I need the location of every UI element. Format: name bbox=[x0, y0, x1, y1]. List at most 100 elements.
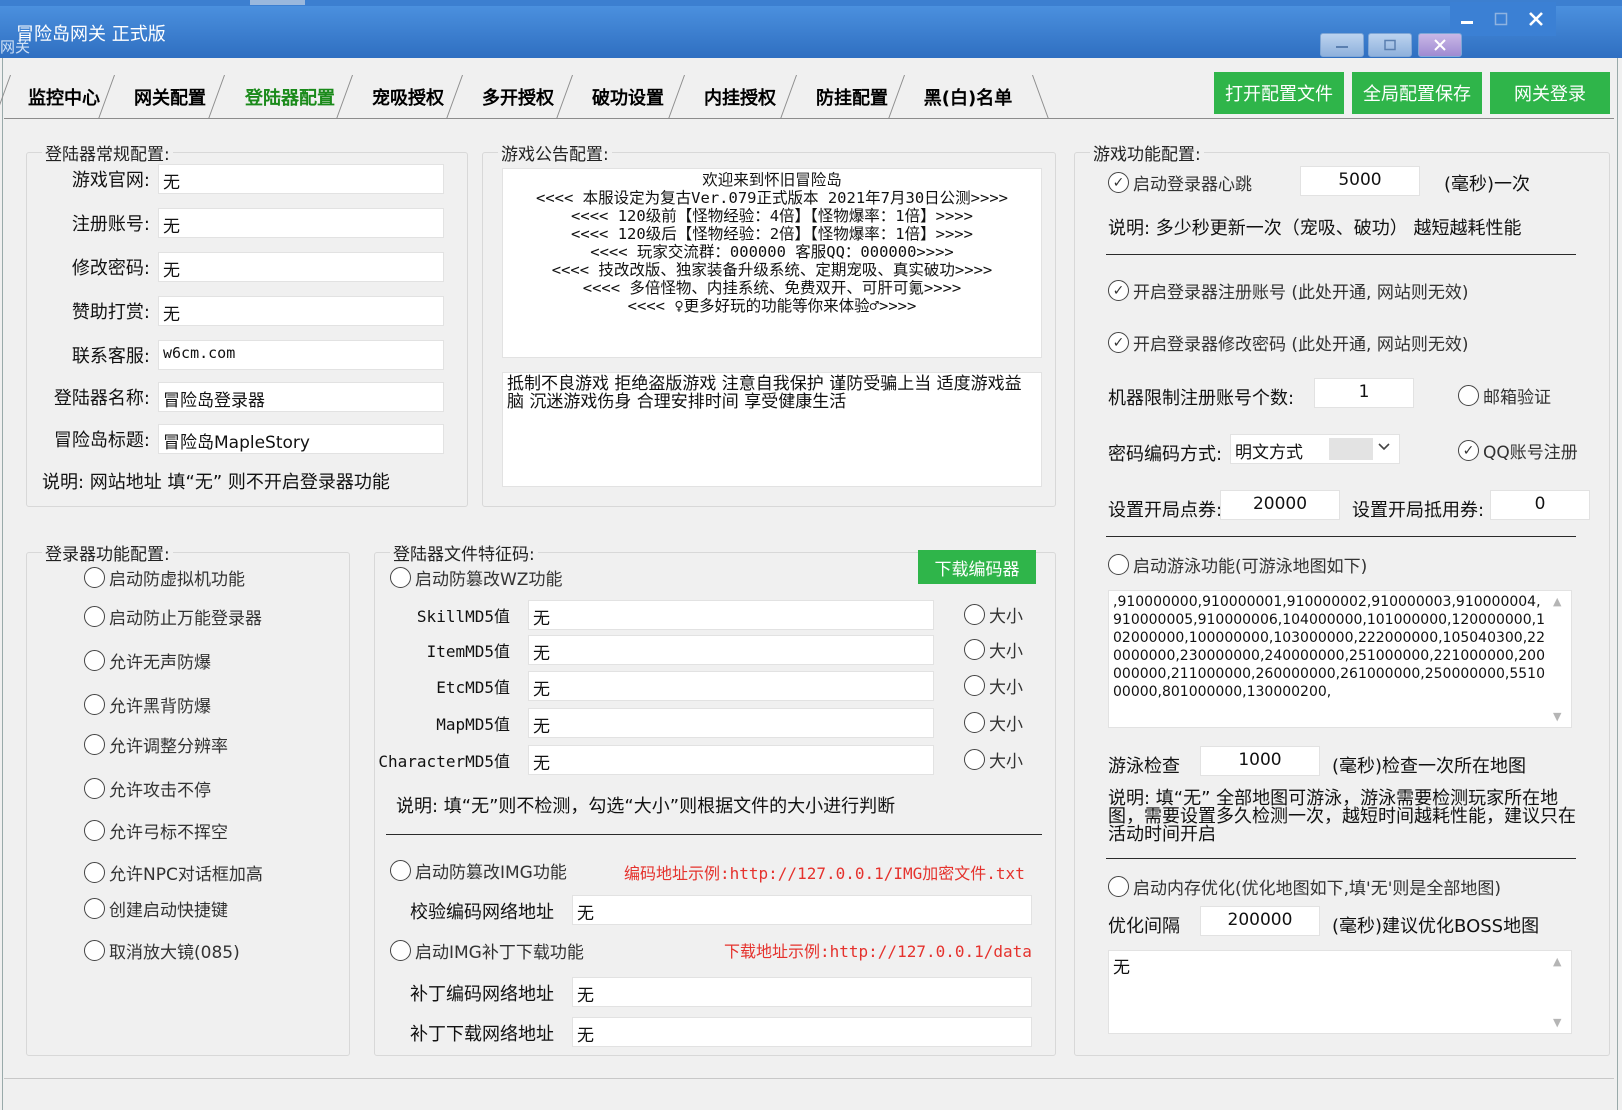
swim-maps-textarea[interactable]: ,910000000,910000001,910000002,910000003… bbox=[1108, 590, 1572, 728]
register-account-input[interactable]: 无 bbox=[158, 208, 444, 238]
radio-icon bbox=[84, 567, 105, 588]
notice-title: 游戏公告配置: bbox=[498, 140, 612, 165]
start-points-input[interactable]: 20000 bbox=[1220, 490, 1340, 520]
heartbeat-toggle[interactable]: ✓ 启动登录器心跳 bbox=[1108, 170, 1252, 195]
close-icon[interactable] bbox=[1516, 2, 1556, 36]
launcher-general-title: 登陆器常规配置: bbox=[42, 140, 173, 165]
official-site-label: 游戏官网: bbox=[71, 170, 150, 191]
radio-icon bbox=[84, 820, 105, 841]
img-protect-toggle[interactable]: 启动防篡改IMG功能 bbox=[390, 858, 567, 883]
save-global-config-button[interactable]: 全局配置保存 bbox=[1352, 72, 1482, 114]
official-site-input[interactable]: 无 bbox=[158, 164, 444, 194]
scroll-up-icon[interactable]: ▲ bbox=[1553, 595, 1567, 608]
tab-multi-open-auth[interactable]: 多开授权 bbox=[466, 75, 570, 119]
verify-url-input[interactable]: 无 bbox=[572, 895, 1032, 925]
swim-toggle[interactable]: 启动游泳功能(可游泳地图如下) bbox=[1108, 552, 1367, 577]
open-config-button[interactable]: 打开配置文件 bbox=[1214, 72, 1344, 114]
option-label: 启动防止万能登录器 bbox=[109, 609, 262, 629]
option-arrow-no-miss[interactable]: 允许弓标不挥空 bbox=[84, 818, 228, 843]
maple-title-input[interactable]: 冒险岛MapleStory bbox=[158, 424, 444, 454]
option-anti-vm[interactable]: 启动防虚拟机功能 bbox=[84, 565, 245, 590]
contact-support-input[interactable]: w6cm.com bbox=[158, 340, 444, 370]
radio-icon bbox=[390, 940, 411, 961]
option-black-back[interactable]: 允许黑背防爆 bbox=[84, 692, 211, 717]
option-npc-dialog-taller[interactable]: 允许NPC对话框加高 bbox=[84, 860, 263, 885]
opt-interval-input[interactable]: 200000 bbox=[1200, 906, 1320, 936]
tab-launcher-config[interactable]: 登陆器配置 bbox=[228, 75, 352, 119]
patch-encode-input[interactable]: 无 bbox=[572, 977, 1032, 1007]
option-nonstop-attack[interactable]: 允许攻击不停 bbox=[84, 776, 211, 801]
tab-anti-cheat[interactable]: 防挂配置 bbox=[800, 75, 904, 119]
change-password-input[interactable]: 无 bbox=[158, 252, 444, 282]
memory-opt-toggle[interactable]: 启动内存优化(优化地图如下,填'无'则是全部地图) bbox=[1108, 874, 1501, 899]
email-verify-toggle[interactable]: 邮箱验证 bbox=[1458, 383, 1551, 408]
enable-change-pwd-toggle[interactable]: ✓ 开启登录器修改密码 (此处开通, 网站则无效) bbox=[1108, 330, 1468, 355]
enable-change-pwd-label: 开启登录器修改密码 (此处开通, 网站则无效) bbox=[1133, 335, 1469, 355]
qq-register-toggle[interactable]: ✓ QQ账号注册 bbox=[1458, 438, 1578, 463]
health-warning-text: 抵制不良游戏 拒绝盗版游戏 注意自我保护 谨防受骗上当 适度游戏益脑 沉迷游戏伤… bbox=[507, 374, 1022, 412]
start-points-label: 设置开局点券: bbox=[1108, 500, 1223, 521]
health-warning-textarea[interactable]: 抵制不良游戏 拒绝盗版游戏 注意自我保护 谨防受骗上当 适度游戏益脑 沉迷游戏伤… bbox=[502, 372, 1042, 487]
check-circle-icon: ✓ bbox=[1108, 172, 1129, 193]
opt-interval-unit: (毫秒)建议优化BOSS地图 bbox=[1332, 916, 1540, 937]
launcher-general-note: 说明: 网站地址 填“无” 则不开启登录器功能 bbox=[42, 472, 390, 493]
skill-md5-input[interactable]: 无 bbox=[528, 600, 934, 630]
scroll-down-icon[interactable]: ▼ bbox=[1553, 710, 1567, 723]
patch-download-input[interactable]: 无 bbox=[572, 1017, 1032, 1047]
tab-pet-auth[interactable]: 宠吸授权 bbox=[356, 75, 460, 119]
inner-minimize-icon[interactable] bbox=[1320, 33, 1364, 57]
radio-icon bbox=[84, 694, 105, 715]
change-password-label: 修改密码: bbox=[71, 258, 150, 279]
option-silent-explode[interactable]: 允许无声防爆 bbox=[84, 648, 211, 673]
opt-interval-label: 优化间隔 bbox=[1108, 916, 1180, 937]
character-size-toggle[interactable]: 大小 bbox=[964, 747, 1023, 772]
swim-check-input[interactable]: 1000 bbox=[1200, 746, 1320, 776]
option-adjust-resolution[interactable]: 允许调整分辨率 bbox=[84, 732, 228, 757]
heartbeat-input[interactable]: 5000 bbox=[1300, 166, 1420, 196]
wz-protect-toggle[interactable]: 启动防篡改WZ功能 bbox=[390, 565, 562, 590]
size-label: 大小 bbox=[989, 607, 1023, 627]
radio-icon bbox=[84, 862, 105, 883]
tab-gateway-config[interactable]: 网关配置 bbox=[118, 75, 222, 119]
maximize-icon[interactable] bbox=[1484, 2, 1518, 36]
opt-maps-scrollbar[interactable]: ▲ ▼ bbox=[1553, 955, 1567, 1029]
option-cancel-magnifier[interactable]: 取消放大镜(085) bbox=[84, 938, 240, 963]
option-anti-universal-launcher[interactable]: 启动防止万能登录器 bbox=[84, 604, 262, 629]
inner-close-icon[interactable] bbox=[1418, 33, 1462, 57]
etc-md5-input[interactable]: 无 bbox=[528, 671, 934, 701]
scroll-down-icon[interactable]: ▼ bbox=[1553, 1016, 1567, 1029]
register-account-label: 注册账号: bbox=[71, 214, 150, 235]
skill-size-toggle[interactable]: 大小 bbox=[964, 602, 1023, 627]
pwd-encoding-select[interactable]: 明文方式 bbox=[1230, 434, 1400, 464]
tab-bot-auth[interactable]: 内挂授权 bbox=[688, 75, 792, 119]
option-label: 允许黑背防爆 bbox=[109, 697, 211, 717]
machine-limit-input[interactable]: 1 bbox=[1314, 378, 1414, 408]
start-voucher-input[interactable]: 0 bbox=[1490, 490, 1590, 520]
enable-register-toggle[interactable]: ✓ 开启登录器注册账号 (此处开通, 网站则无效) bbox=[1108, 278, 1468, 303]
sponsor-input[interactable]: 无 bbox=[158, 296, 444, 326]
game-features-divider-1 bbox=[1106, 254, 1576, 255]
scroll-up-icon[interactable]: ▲ bbox=[1553, 955, 1567, 968]
download-encoder-button[interactable]: 下载编码器 bbox=[918, 550, 1036, 584]
gateway-login-button[interactable]: 网关登录 bbox=[1490, 72, 1610, 114]
item-size-toggle[interactable]: 大小 bbox=[964, 637, 1023, 662]
tab-break-settings[interactable]: 破功设置 bbox=[576, 75, 680, 119]
minimize-icon[interactable] bbox=[1450, 2, 1484, 36]
announcement-textarea[interactable]: 欢迎来到怀旧冒险岛 <<<< 本服设定为复古Ver.079正式版本 2021年7… bbox=[502, 168, 1042, 358]
tab-monitor[interactable]: 监控中心 bbox=[14, 75, 114, 119]
launcher-name-input[interactable]: 冒险岛登录器 bbox=[158, 382, 444, 412]
character-md5-label: CharacterMD5值 bbox=[378, 752, 510, 771]
machine-limit-label: 机器限制注册账号个数: bbox=[1108, 388, 1295, 409]
swim-maps-scrollbar[interactable]: ▲ ▼ bbox=[1553, 595, 1567, 723]
radio-icon bbox=[84, 940, 105, 961]
option-create-shortcut[interactable]: 创建启动快捷键 bbox=[84, 896, 228, 921]
tab-blacklist[interactable]: 黑(白)名单 bbox=[908, 75, 1028, 119]
img-patch-toggle[interactable]: 启动IMG补丁下载功能 bbox=[390, 938, 584, 963]
inner-maximize-icon[interactable] bbox=[1368, 33, 1412, 57]
map-size-toggle[interactable]: 大小 bbox=[964, 710, 1023, 735]
opt-maps-textarea[interactable]: 无 ▲ ▼ bbox=[1108, 950, 1572, 1034]
character-md5-input[interactable]: 无 bbox=[528, 745, 934, 775]
item-md5-input[interactable]: 无 bbox=[528, 635, 934, 665]
map-md5-input[interactable]: 无 bbox=[528, 708, 934, 738]
etc-size-toggle[interactable]: 大小 bbox=[964, 673, 1023, 698]
